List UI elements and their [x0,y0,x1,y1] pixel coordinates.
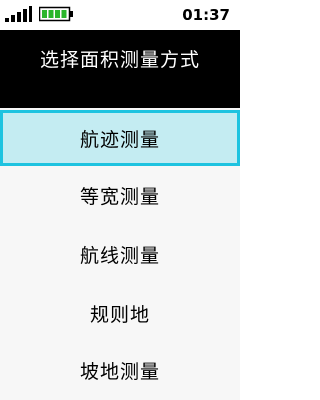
menu-item-route-measure[interactable]: 航线测量 [0,226,240,282]
menu-item-label: 坡地测量 [79,360,160,383]
signal-strength-icon [5,6,32,22]
menu-item-slope-measure[interactable]: 坡地测量 [0,342,240,398]
battery-full-icon [39,6,73,22]
clock: 01:37 [182,6,230,24]
menu-item-label: 航线测量 [79,244,160,267]
screen: 01:37 选择面积测量方式 航迹测量 等宽测量 航线测量 规则地 坡地测量 [0,0,240,400]
menu-item-label: 规则地 [89,303,150,326]
menu-item-label: 等宽测量 [79,185,160,208]
page-title: 选择面积测量方式 [39,49,200,71]
menu-item-equal-width-measure[interactable]: 等宽测量 [0,167,240,223]
menu-item-track-measure[interactable]: 航迹测量 [0,110,240,166]
status-bar: 01:37 [0,0,240,30]
menu-item-label: 航迹测量 [79,128,160,151]
title-bar: 选择面积测量方式 [0,30,240,108]
menu-item-regular-land[interactable]: 规则地 [0,285,240,341]
